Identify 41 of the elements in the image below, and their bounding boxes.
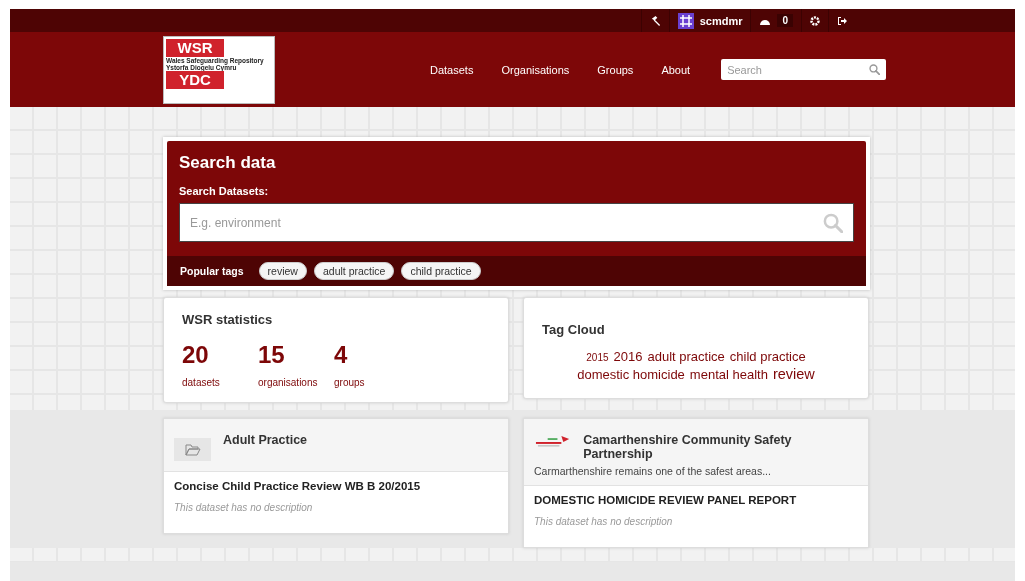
activity-count: 0 <box>777 14 793 27</box>
tag-pill[interactable]: review <box>258 262 307 280</box>
dataset-description: This dataset has no description <box>534 516 674 527</box>
hammer-icon[interactable] <box>649 15 661 26</box>
nav-link[interactable]: Datasets <box>430 63 474 76</box>
tag-link[interactable]: domestic homicide <box>577 367 685 382</box>
field-label: Search Datasets: <box>179 185 270 197</box>
card-title: WSR statistics <box>182 312 274 327</box>
organisation-title[interactable]: Camarthenshire Community Safety Partnership <box>583 433 858 461</box>
organisation-description: Carmarthenshire remains one of the safest areas... <box>534 465 772 477</box>
dataset-description: This dataset has no description <box>174 502 314 513</box>
tag-link[interactable]: child practice <box>729 349 806 364</box>
dataset-title[interactable]: Concise Child Practice Review WB B 20/2015 <box>174 480 498 492</box>
logout-icon[interactable] <box>837 15 847 26</box>
nav-link[interactable]: About <box>661 63 691 76</box>
tag-link[interactable]: 2015 <box>586 352 609 363</box>
stat-value: 20 <box>182 341 210 369</box>
avatar-icon[interactable] <box>677 12 694 29</box>
folder-icon <box>174 438 211 461</box>
settings-icon[interactable] <box>810 15 820 26</box>
tag-pill[interactable]: adult practice <box>313 262 395 280</box>
stat-value: 4 <box>334 341 349 369</box>
tags-label: Popular tags <box>180 265 244 277</box>
tag-link[interactable]: adult practice <box>647 349 725 364</box>
stat-label[interactable]: datasets <box>182 377 242 388</box>
nav-link[interactable]: Organisations <box>501 63 570 76</box>
stat-label[interactable]: organisations <box>258 377 318 388</box>
tag-link[interactable]: review <box>772 366 815 382</box>
tag-link[interactable]: 2016 <box>613 349 643 364</box>
username-link[interactable]: scmdmr <box>699 14 743 27</box>
search-icon <box>823 212 843 233</box>
card-title: Tag Cloud <box>542 322 606 337</box>
group-title[interactable]: Adult Practice <box>223 433 308 447</box>
dataset-title[interactable]: DOMESTIC HOMICIDE REVIEW PANEL REPORT <box>534 494 858 506</box>
stat-label[interactable]: groups <box>334 377 394 388</box>
nav-link[interactable]: Groups <box>597 63 634 76</box>
tag-pill[interactable]: child practice <box>401 262 481 280</box>
stat-value: 15 <box>258 341 286 369</box>
tag-link[interactable]: mental health <box>689 367 768 382</box>
search-icon <box>869 64 881 75</box>
panel-title: Search data <box>179 153 277 173</box>
